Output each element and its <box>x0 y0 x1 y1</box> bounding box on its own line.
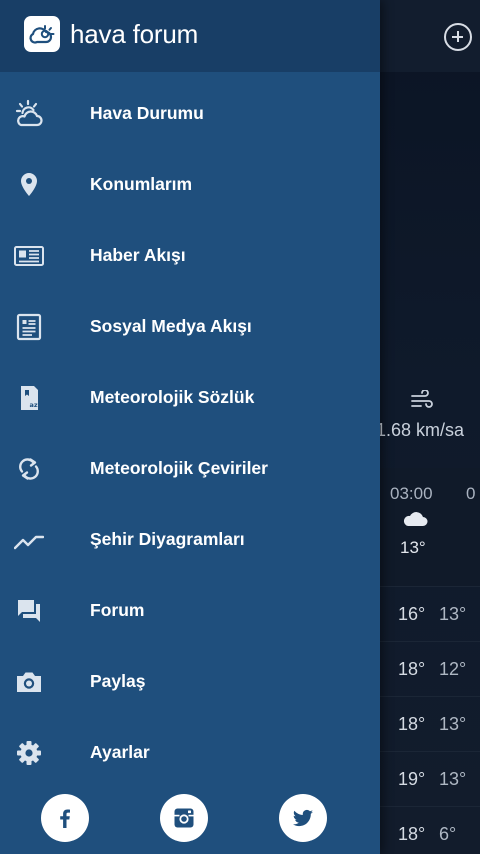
menu-item-label: Ayarlar <box>90 742 150 762</box>
menu-item-label: Hava Durumu <box>90 103 204 123</box>
hourly-time: 03:00 <box>390 484 433 503</box>
daily-low: 13° <box>439 714 467 734</box>
drawer-menu: Hava Durumu Konumlarım Haber Akışı Sosya… <box>0 78 380 788</box>
daily-row: 16° 13° <box>380 586 480 641</box>
menu-item-label: Sosyal Medya Akışı <box>90 316 252 336</box>
forum-icon <box>14 596 44 626</box>
daily-high: 18° <box>398 659 426 679</box>
daily-row: 18° 12° <box>380 641 480 696</box>
location-pin-icon <box>14 170 44 200</box>
camera-icon <box>14 667 44 697</box>
menu-item-forum[interactable]: Forum <box>0 575 380 646</box>
instagram-icon <box>174 808 194 828</box>
daily-high: 18° <box>398 824 426 844</box>
menu-item-label: Forum <box>90 600 145 620</box>
svg-text:az: az <box>30 401 38 409</box>
navigation-drawer: hava forum Hava Durumu Konumlarım Haber … <box>0 0 380 854</box>
app-logo-icon <box>24 16 60 52</box>
newspaper-icon <box>14 241 44 271</box>
sync-icon <box>14 454 44 484</box>
line-chart-icon <box>14 525 44 555</box>
daily-low: 6° <box>439 824 457 844</box>
instagram-button[interactable] <box>160 794 208 842</box>
drawer-header: hava forum <box>0 0 380 72</box>
twitter-button[interactable] <box>279 794 327 842</box>
menu-item-paylas[interactable]: Paylaş <box>0 646 380 717</box>
app-title: hava forum <box>70 19 199 49</box>
menu-item-label: Konumlarım <box>90 174 193 194</box>
menu-item-ayarlar[interactable]: Ayarlar <box>0 717 380 788</box>
menu-item-label: Meteorolojik Çeviriler <box>90 458 268 478</box>
article-icon <box>14 312 44 342</box>
dictionary-icon: az <box>14 383 44 413</box>
menu-item-label: Paylaş <box>90 671 146 691</box>
daily-high: 16° <box>398 604 426 624</box>
add-location-icon[interactable] <box>444 23 472 51</box>
menu-item-label: Haber Akışı <box>90 245 186 265</box>
menu-item-sehir-diyagramlari[interactable]: Şehir Diyagramları <box>0 504 380 575</box>
daily-row: 18° 13° <box>380 696 480 751</box>
menu-item-label: Meteorolojik Sözlük <box>90 387 255 407</box>
menu-item-label: Şehir Diyagramları <box>90 529 245 549</box>
menu-item-haber-akisi[interactable]: Haber Akışı <box>0 220 380 291</box>
daily-low: 13° <box>439 769 467 789</box>
menu-item-hava-durumu[interactable]: Hava Durumu <box>0 78 380 149</box>
menu-item-meteorolojik-ceviriler[interactable]: Meteorolojik Çeviriler <box>0 433 380 504</box>
daily-high: 18° <box>398 714 426 734</box>
menu-item-meteorolojik-sozluk[interactable]: az Meteorolojik Sözlük <box>0 362 380 433</box>
daily-high: 19° <box>398 769 426 789</box>
twitter-icon <box>292 809 313 827</box>
hourly-time: 0 <box>466 484 476 503</box>
cloud-icon <box>403 512 428 526</box>
daily-low: 13° <box>439 604 467 624</box>
daily-row: 18° 6° <box>380 806 480 854</box>
social-links <box>0 794 380 842</box>
menu-item-konumlarim[interactable]: Konumlarım <box>0 149 380 220</box>
daily-low: 12° <box>439 659 467 679</box>
wind-speed: 1.68 km/sa <box>376 420 465 440</box>
hourly-temperature: 13° <box>400 538 426 557</box>
daily-row: 19° 13° <box>380 751 480 806</box>
gear-icon <box>14 738 44 768</box>
wind-icon <box>411 390 433 408</box>
weather-sun-cloud-icon <box>14 99 44 129</box>
menu-item-sosyal-medya-akisi[interactable]: Sosyal Medya Akışı <box>0 291 380 362</box>
facebook-icon <box>60 809 70 828</box>
facebook-button[interactable] <box>41 794 89 842</box>
